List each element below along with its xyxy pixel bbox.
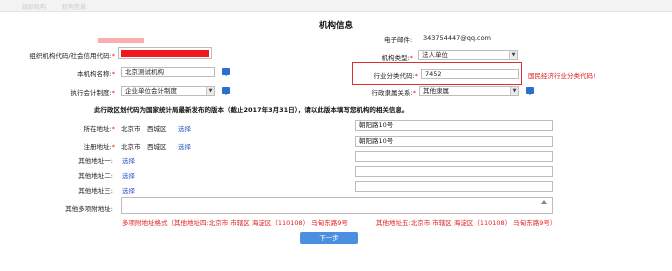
resize-handle-icon[interactable]	[541, 200, 547, 204]
org-name-label: 本机构名称:*	[77, 70, 115, 78]
org-code-label: 组织机构代码/社会信用代码:*	[29, 52, 115, 60]
next-button[interactable]: 下一步	[300, 232, 358, 244]
email-value: 343754447@qq.com	[423, 34, 491, 42]
other-address-3-select-link[interactable]: 选择	[122, 185, 135, 195]
entity-type-label: 机构类型:*	[381, 54, 413, 62]
breadcrumb-item[interactable]: 组织机构	[22, 2, 46, 11]
other-address-2-label: 其他地址二:	[78, 172, 113, 180]
more-addresses-textarea[interactable]	[121, 197, 553, 214]
location-address-label: 所在地址:*	[83, 125, 115, 133]
help-chat-icon[interactable]	[526, 87, 534, 95]
registered-address-label: 注册地址:*	[83, 143, 115, 151]
industry-code-note: 国民经济行业分类代码!	[528, 72, 596, 80]
industry-code-label: 行业分类代码:*	[373, 72, 418, 80]
admin-relation-value: 其他隶属	[423, 87, 449, 95]
region-notice: 此行政区划代码为国家统计局最新发布的版本（截止2017年3月31日），请以此版本…	[94, 106, 409, 114]
redaction-bar	[98, 38, 144, 43]
accounting-system-value: 企业单位会计制度	[125, 87, 177, 95]
location-city: 北京市	[121, 125, 141, 133]
accounting-system-select[interactable]: 企业单位会计制度 ▼	[121, 86, 215, 96]
format-hint-right: 其他地址五:北京市 市辖区 海淀区（110108） 马甸东路9号）	[376, 219, 557, 227]
admin-relation-select[interactable]: 其他隶属 ▼	[419, 86, 519, 96]
entity-type-value: 法人单位	[422, 51, 448, 59]
breadcrumb-item[interactable]: 机构信息	[62, 2, 86, 11]
redaction-bar	[121, 50, 209, 57]
format-hint-left: 多项附地址格式（其他地址四:北京市 市辖区 海淀区（110108） 马甸东路9号	[122, 219, 348, 227]
entity-type-select[interactable]: 法人单位 ▼	[418, 50, 518, 60]
industry-code-input[interactable]: 7452	[421, 69, 519, 79]
other-address-1-label: 其他地址一:	[78, 157, 113, 165]
location-select-link[interactable]: 选择	[178, 123, 191, 133]
registered-district: 西城区	[147, 143, 167, 151]
other-address-1-input[interactable]	[355, 151, 553, 162]
accounting-system-label: 执行会计制度:*	[70, 89, 115, 97]
org-code-input[interactable]	[118, 47, 212, 59]
form-title: 机构信息	[318, 21, 353, 31]
org-name-input[interactable]: 北京测试机构	[121, 67, 215, 77]
location-detail-input[interactable]: 朝阳路10号	[355, 120, 553, 131]
registered-select-link[interactable]: 选择	[178, 141, 191, 151]
dropdown-arrow-icon: ▼	[206, 87, 214, 95]
registered-detail-input[interactable]: 朝阳路10号	[355, 136, 553, 147]
registered-city: 北京市	[121, 143, 141, 151]
top-breadcrumb-strip: 组织机构 机构信息	[0, 0, 672, 12]
other-address-3-input[interactable]	[355, 181, 553, 192]
help-chat-icon[interactable]	[222, 87, 230, 95]
other-address-2-select-link[interactable]: 选择	[122, 170, 135, 180]
location-district: 西城区	[147, 125, 167, 133]
dropdown-arrow-icon: ▼	[509, 51, 517, 59]
other-address-1-select-link[interactable]: 选择	[122, 155, 135, 165]
help-chat-icon[interactable]	[222, 68, 230, 76]
other-address-3-label: 其他地址三:	[78, 187, 113, 195]
admin-relation-label: 行政隶属关系:*	[371, 89, 416, 97]
email-label: 电子邮件:	[384, 36, 413, 44]
more-addresses-label: 其他多项附地址:	[65, 205, 113, 213]
dropdown-arrow-icon: ▼	[510, 87, 518, 95]
other-address-2-input[interactable]	[355, 166, 553, 177]
